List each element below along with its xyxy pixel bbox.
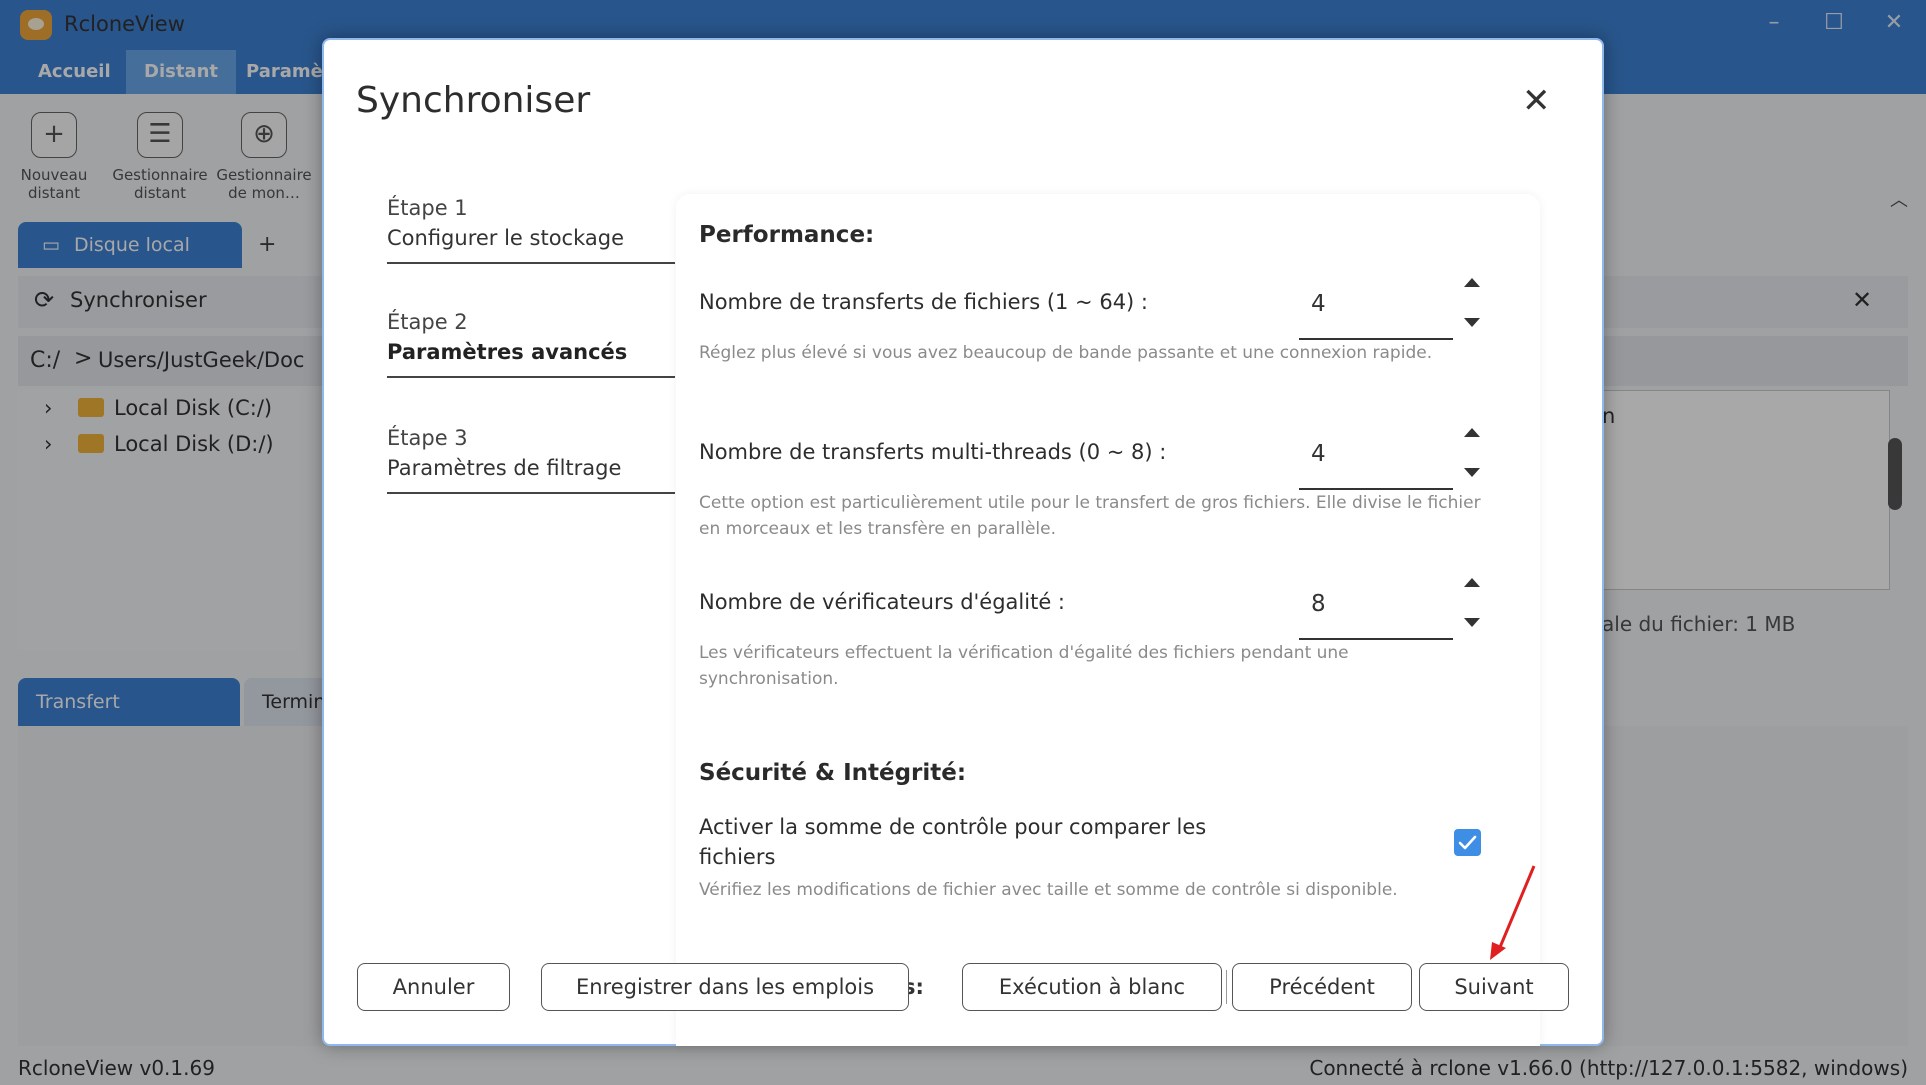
multi-thread-help: Cette option est particulièrement utile … (699, 493, 1481, 539)
checksum-label: Activer la somme de contrôle pour compar… (699, 815, 1207, 869)
section-security: Sécurité & Intégrité: (699, 760, 967, 786)
dialog-title: Synchroniser (356, 80, 591, 121)
step-number: Étape 2 (387, 310, 468, 334)
multi-thread-label: Nombre de transferts multi-threads (0 ~ … (699, 440, 1167, 464)
file-transfers-input[interactable]: 4 (1299, 268, 1453, 340)
increment-icon[interactable] (1464, 578, 1480, 587)
step-1[interactable]: Étape 1 Configurer le stockage (387, 196, 675, 264)
file-transfers-label: Nombre de transferts de fichiers (1 ~ 64… (699, 290, 1148, 314)
checksum-checkbox[interactable] (1454, 829, 1481, 856)
button-divider (1226, 970, 1227, 1004)
file-transfers-help: Réglez plus élevé si vous avez beaucoup … (699, 343, 1433, 363)
increment-icon[interactable] (1464, 428, 1480, 437)
cancel-button[interactable]: Annuler (357, 963, 510, 1011)
checkers-label: Nombre de vérificateurs d'égalité : (699, 590, 1066, 614)
step-name: Configurer le stockage (387, 226, 624, 250)
decrement-icon[interactable] (1464, 468, 1480, 477)
checkers-input[interactable]: 8 (1299, 568, 1453, 640)
annotation-arrow-icon (1490, 865, 1536, 960)
step-number: Étape 1 (387, 196, 468, 220)
save-to-jobs-button[interactable]: Enregistrer dans les emplois (541, 963, 909, 1011)
step-name: Paramètres avancés (387, 340, 628, 364)
dry-run-button[interactable]: Exécution à blanc (962, 963, 1222, 1011)
previous-button[interactable]: Précédent (1232, 963, 1412, 1011)
step-name: Paramètres de filtrage (387, 456, 622, 480)
step-number: Étape 3 (387, 426, 468, 450)
multi-thread-input[interactable]: 4 (1299, 418, 1453, 490)
section-performance: Performance: (699, 222, 875, 248)
increment-icon[interactable] (1464, 278, 1480, 287)
step-2[interactable]: Étape 2 Paramètres avancés (387, 310, 675, 378)
next-button[interactable]: Suivant (1419, 963, 1569, 1011)
checksum-help: Vérifiez les modifications de fichier av… (699, 880, 1398, 900)
close-icon[interactable]: ✕ (1522, 84, 1551, 118)
decrement-icon[interactable] (1464, 318, 1480, 327)
step-3[interactable]: Étape 3 Paramètres de filtrage (387, 426, 675, 494)
checkers-help: Les vérificateurs effectuent la vérifica… (699, 643, 1349, 689)
decrement-icon[interactable] (1464, 618, 1480, 627)
check-icon (1458, 835, 1477, 850)
